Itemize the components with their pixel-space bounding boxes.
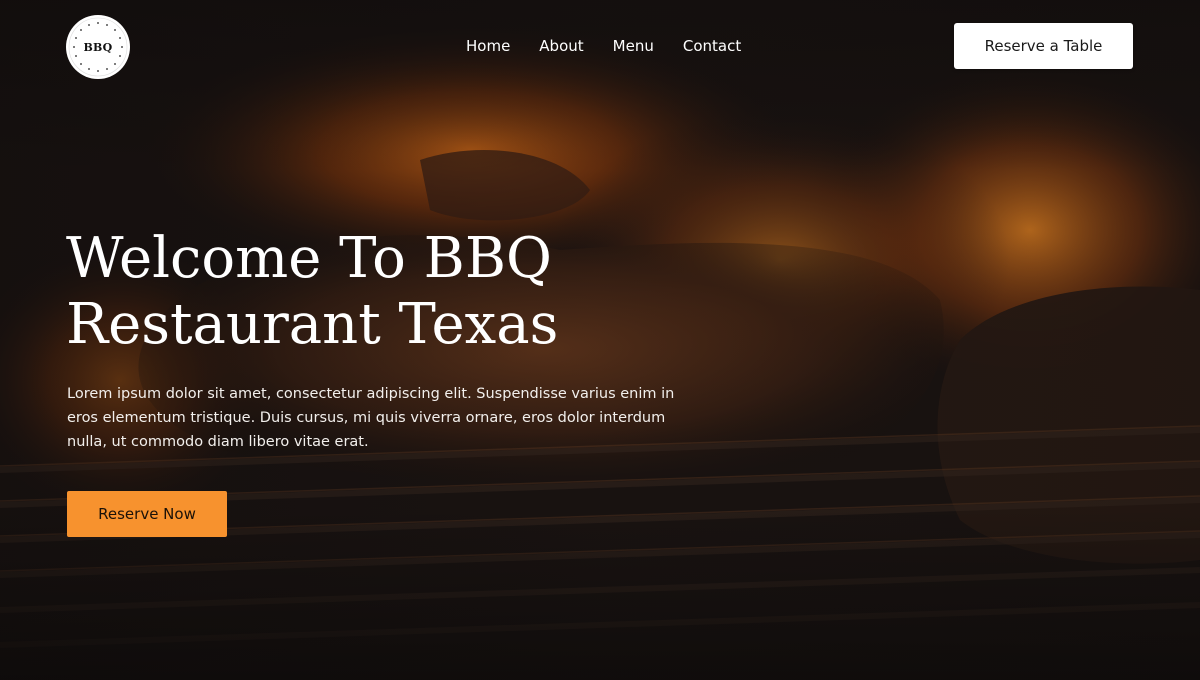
hero-description-line: Lorem ipsum dolor sit amet, consectetur … [67, 386, 675, 402]
hero-headline-line-1: Welcome To BBQ [66, 226, 552, 291]
main-nav: Home About Menu Contact [466, 36, 741, 56]
brand-logo[interactable]: BBQ [66, 15, 130, 79]
logo-text: BBQ [83, 40, 113, 54]
hero-section: BBQ Home About Menu Contact Reserve a Ta… [0, 0, 1200, 680]
hero-description-line: eros elementum tristique. Duis cursus, m… [67, 410, 666, 426]
hero-headline-line-2: Restaurant Texas [66, 292, 559, 357]
reserve-table-button[interactable]: Reserve a Table [954, 23, 1133, 69]
hero-description-line: nulla, ut commodo diam libero vitae erat… [67, 434, 369, 450]
nav-link-home[interactable]: Home [466, 36, 510, 56]
nav-link-menu[interactable]: Menu [613, 36, 654, 56]
nav-link-contact[interactable]: Contact [683, 36, 741, 56]
nav-link-about[interactable]: About [539, 36, 583, 56]
reserve-now-button[interactable]: Reserve Now [67, 491, 227, 537]
hero-description: Lorem ipsum dolor sit amet, consectetur … [67, 382, 675, 454]
hero-headline: Welcome To BBQ Restaurant Texas [66, 226, 666, 358]
